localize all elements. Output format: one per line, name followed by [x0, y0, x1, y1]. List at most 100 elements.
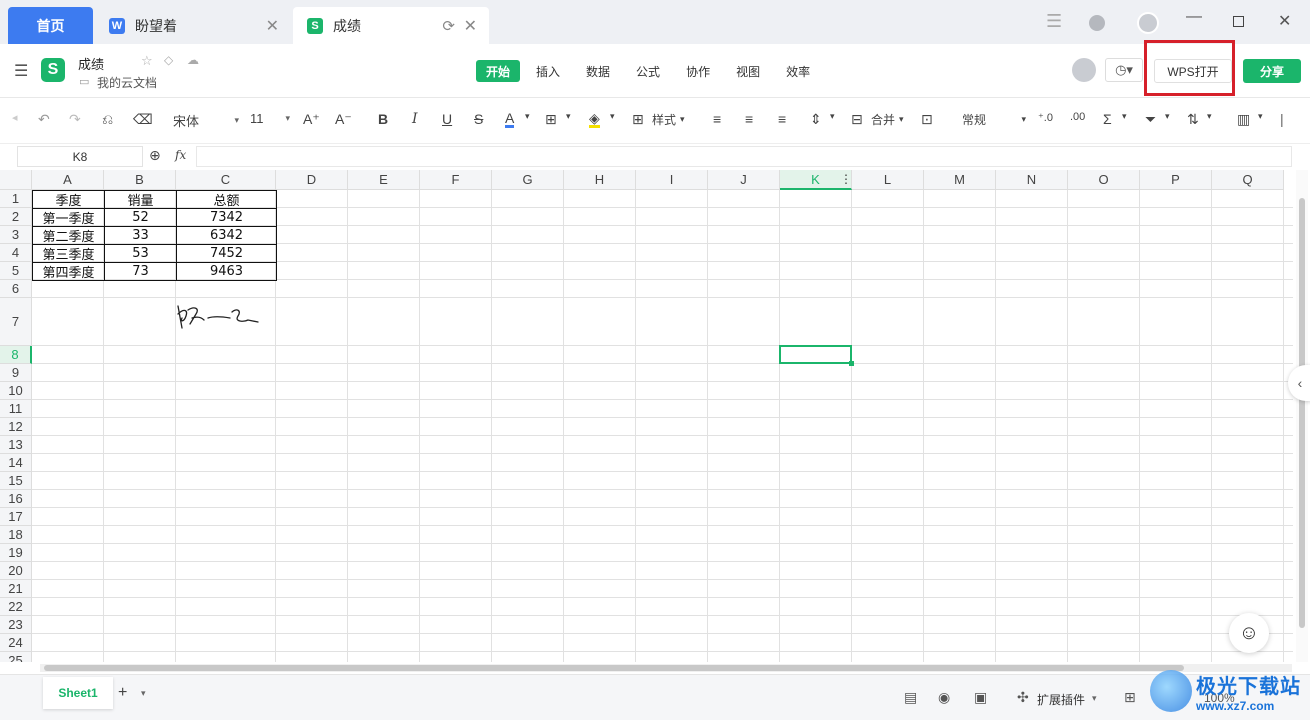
number-format-select[interactable]: 常规 ▾ — [962, 111, 1026, 128]
row-header-10[interactable]: 10 — [0, 382, 32, 400]
tab-home[interactable]: 首页 — [8, 7, 93, 44]
table-cell[interactable]: 53 — [104, 244, 177, 263]
vertical-scroll-thumb[interactable] — [1299, 198, 1305, 628]
column-header-P[interactable]: P — [1140, 170, 1212, 190]
chevron-down-icon[interactable]: ▾ — [1092, 693, 1097, 704]
close-icon[interactable]: ✕ — [266, 16, 279, 36]
row-header-22[interactable]: 22 — [0, 598, 32, 616]
menu-tab-data[interactable]: 数据 — [576, 60, 620, 82]
fill-color-icon[interactable]: ◈ — [589, 111, 600, 128]
select-all-corner[interactable] — [0, 170, 32, 190]
chevron-down-icon[interactable]: ▾ — [1258, 111, 1263, 122]
redo-icon[interactable]: ↷ — [69, 111, 81, 128]
column-header-F[interactable]: F — [420, 170, 492, 190]
column-header-I[interactable]: I — [636, 170, 708, 190]
row-header-2[interactable]: 2 — [0, 208, 32, 226]
font-size-select[interactable]: 11 ▾ — [250, 111, 290, 126]
row-header-4[interactable]: 4 — [0, 244, 32, 262]
row-header-21[interactable]: 21 — [0, 580, 32, 598]
column-header-C[interactable]: C — [176, 170, 276, 190]
spreadsheet-grid[interactable]: A B C D E F G H I J K L M N O P Q 1 2 3 4 5 6 7 8 9 10 11 12 13 14 15 16… — [0, 170, 1293, 662]
protect-icon[interactable]: ▤ — [904, 689, 917, 706]
sheet-tab[interactable]: Sheet1 — [43, 677, 113, 709]
menu-tab-formula[interactable]: 公式 — [626, 60, 670, 82]
italic-icon[interactable]: I — [412, 111, 418, 127]
chevron-down-icon[interactable]: ▾ — [141, 688, 146, 699]
row-header-5[interactable]: 5 — [0, 262, 32, 280]
view-mode-icon[interactable]: ⊞ — [1124, 689, 1136, 706]
align-right-icon[interactable]: ≡ — [778, 111, 786, 127]
tab-doc-panwangzhe[interactable]: W 盼望着 ✕ — [95, 7, 291, 44]
assistant-mascot-icon[interactable]: ☺ — [1229, 613, 1269, 653]
zoom-formula-icon[interactable]: ⊕ — [149, 147, 161, 164]
plugin-icon[interactable]: ✣ — [1017, 689, 1029, 706]
merge-button[interactable]: 合并 ▾ — [871, 111, 904, 128]
fill-handle[interactable] — [849, 361, 854, 366]
table-cell[interactable]: 9463 — [176, 262, 277, 281]
eraser-icon[interactable]: ⌫ — [133, 111, 153, 128]
cloud-icon[interactable]: ☁ — [187, 53, 199, 67]
selected-cell[interactable] — [779, 345, 852, 364]
column-header-D[interactable]: D — [276, 170, 348, 190]
row-header-14[interactable]: 14 — [0, 454, 32, 472]
row-header-18[interactable]: 18 — [0, 526, 32, 544]
horizontal-scrollbar[interactable] — [40, 664, 1292, 672]
table-cell[interactable]: 第一季度 — [32, 208, 105, 227]
undo-icon[interactable]: ↶ — [38, 111, 50, 128]
decrease-decimal-icon[interactable]: .00 — [1070, 111, 1085, 123]
column-header-A[interactable]: A — [32, 170, 104, 190]
row-header-6[interactable]: 6 — [0, 280, 32, 298]
tag-icon[interactable]: ◇ — [164, 53, 173, 67]
increase-decimal-icon[interactable]: ⁺.0 — [1038, 111, 1053, 124]
align-left-icon[interactable]: ≡ — [713, 111, 721, 127]
hamburger-menu-icon[interactable]: ☰ — [14, 61, 28, 81]
close-icon[interactable]: ✕ — [464, 16, 477, 36]
menu-tab-efficiency[interactable]: 效率 — [776, 60, 820, 82]
sum-icon[interactable]: Σ — [1103, 111, 1112, 127]
row-header-20[interactable]: 20 — [0, 562, 32, 580]
style-icon[interactable]: ⊞ — [632, 111, 644, 128]
image-icon[interactable]: ▣ — [974, 689, 987, 706]
menu-tab-view[interactable]: 视图 — [726, 60, 770, 82]
font-name-select[interactable]: 宋体 ▾ — [173, 111, 239, 130]
column-header-H[interactable]: H — [564, 170, 636, 190]
row-header-17[interactable]: 17 — [0, 508, 32, 526]
border-icon[interactable]: ⊞ — [545, 111, 557, 128]
horizontal-scroll-thumb[interactable] — [44, 665, 1184, 671]
menu-tab-start[interactable]: 开始 — [476, 60, 521, 82]
column-header-Q[interactable]: Q — [1212, 170, 1284, 190]
wrap-text-icon[interactable]: ⊡ — [921, 111, 933, 128]
column-header-J[interactable]: J — [708, 170, 780, 190]
style-button[interactable]: 样式 ▾ — [652, 111, 685, 128]
column-header-E[interactable]: E — [348, 170, 420, 190]
formula-input[interactable] — [196, 146, 1292, 167]
row-header-13[interactable]: 13 — [0, 436, 32, 454]
history-icon[interactable]: ◷▾ — [1105, 58, 1143, 82]
doc-title[interactable]: 成绩 — [78, 54, 104, 73]
column-more-icon[interactable]: ⋮ — [840, 172, 852, 186]
row-header-19[interactable]: 19 — [0, 544, 32, 562]
table-header-cell[interactable]: 销量 — [104, 190, 177, 209]
chart-icon[interactable]: ▥ — [1237, 111, 1250, 128]
row-header-15[interactable]: 15 — [0, 472, 32, 490]
row-header-1[interactable]: 1 — [0, 190, 32, 208]
align-center-icon[interactable]: ≡ — [745, 111, 753, 127]
message-icon[interactable] — [1089, 15, 1105, 31]
share-button[interactable]: 分享 — [1243, 59, 1301, 83]
row-header-9[interactable]: 9 — [0, 364, 32, 382]
fx-icon[interactable]: fx — [175, 148, 186, 162]
chevron-down-icon[interactable]: ▾ — [566, 111, 571, 122]
column-header-M[interactable]: M — [924, 170, 996, 190]
doc-location[interactable]: 我的云文档 — [97, 74, 157, 91]
sort-icon[interactable]: ⇅ — [1187, 111, 1199, 128]
row-header-25[interactable]: 25 — [0, 652, 32, 662]
table-cell[interactable]: 第二季度 — [32, 226, 105, 245]
vertical-align-icon[interactable]: ⇕ — [810, 111, 822, 128]
strikethrough-icon[interactable]: S — [474, 111, 483, 127]
wps-open-button[interactable]: WPS打开 — [1154, 59, 1232, 83]
minimize-icon[interactable]: — — [1186, 8, 1202, 26]
chevron-down-icon[interactable]: ▾ — [610, 111, 615, 122]
row-header-16[interactable]: 16 — [0, 490, 32, 508]
column-header-G[interactable]: G — [492, 170, 564, 190]
user-avatar[interactable] — [1072, 58, 1096, 82]
